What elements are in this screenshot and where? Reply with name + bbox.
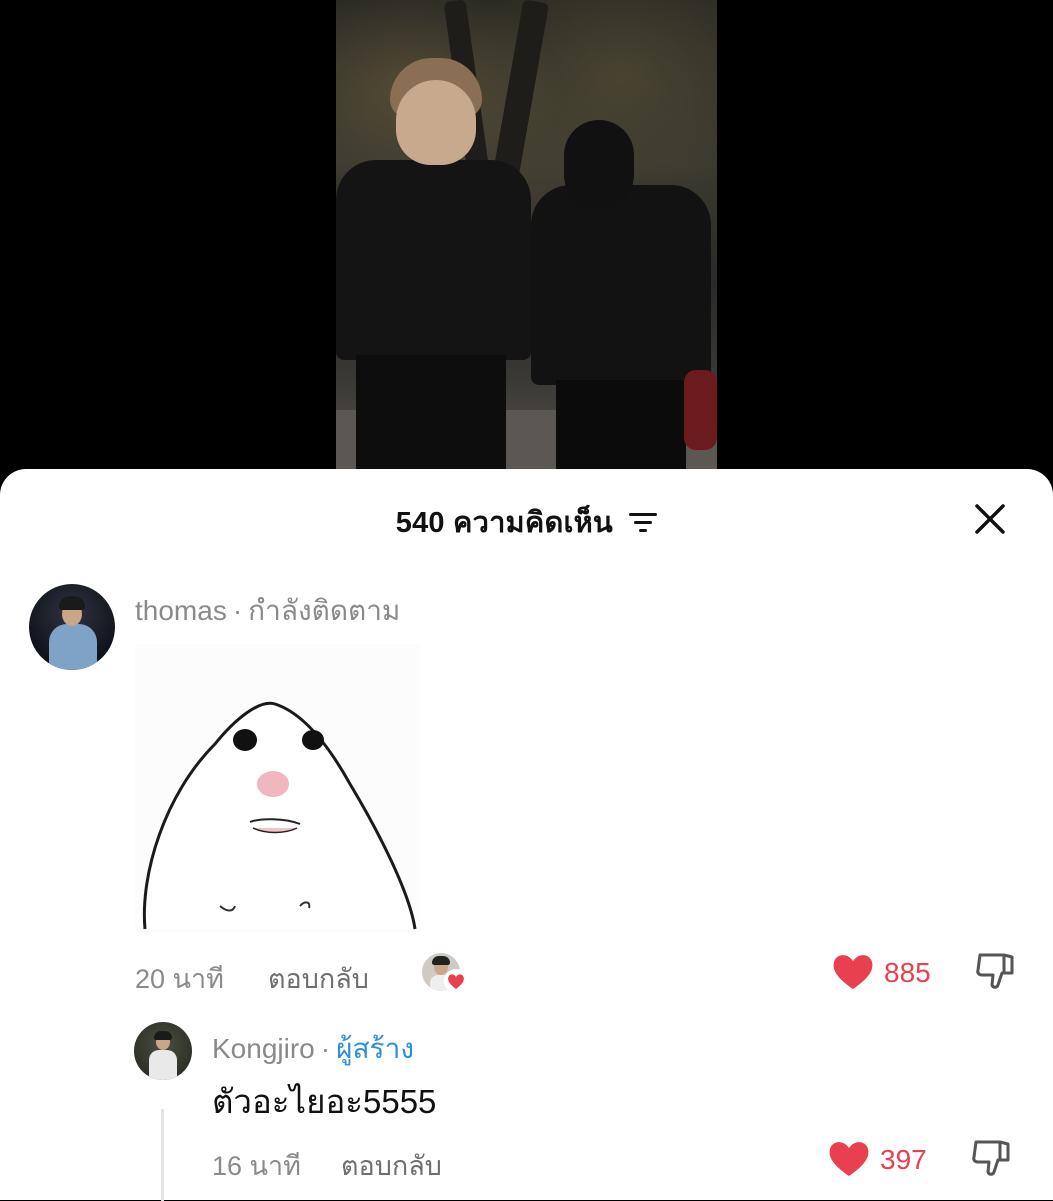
- dislike-thumb-icon[interactable]: [974, 951, 1018, 996]
- comment-username[interactable]: thomas: [135, 595, 227, 626]
- comments-count-label: 540 ความคิดเห็น: [395, 507, 613, 539]
- like-heart-icon[interactable]: [831, 951, 875, 996]
- reply-text: ตัวอะไยอะ5555: [212, 1083, 437, 1120]
- comments-count-title[interactable]: 540 ความคิดเห็น: [0, 499, 1053, 545]
- dislike-thumb-icon[interactable]: [970, 1138, 1014, 1183]
- close-icon[interactable]: [970, 499, 1010, 539]
- following-status: กำลังติดตาม: [248, 595, 401, 626]
- like-heart-icon[interactable]: [827, 1138, 871, 1183]
- creator-liked-heart-icon: [444, 969, 468, 993]
- like-count: 397: [880, 1144, 927, 1175]
- reply-time: 16 นาที: [212, 1151, 301, 1181]
- creator-badge: ผู้สร้าง: [336, 1033, 414, 1064]
- comments-header: 540 ความคิดเห็น: [0, 469, 1053, 565]
- separator-dot: ·: [232, 595, 243, 626]
- video-player[interactable]: [336, 0, 717, 470]
- reply-button[interactable]: ตอบกลับ: [268, 957, 369, 1000]
- separator-dot: ·: [320, 1033, 331, 1064]
- avatar-kongjiro[interactable]: [134, 1022, 192, 1080]
- thread-line: [161, 1109, 164, 1201]
- reply-button[interactable]: ตอบกลับ: [341, 1144, 442, 1187]
- reply-author-line: Kongjiro · ผู้สร้าง: [212, 1027, 414, 1071]
- comment-time: 20 นาที: [135, 964, 224, 994]
- filter-icon[interactable]: [629, 508, 658, 541]
- comment-author-line: thomas · กำลังติดตาม: [135, 589, 400, 633]
- video-red-bag: [684, 370, 717, 450]
- comment-sticker-image[interactable]: [135, 644, 420, 932]
- reply-username[interactable]: Kongjiro: [212, 1033, 315, 1064]
- like-count: 885: [884, 957, 931, 988]
- avatar-thomas[interactable]: [29, 584, 115, 670]
- comments-sheet: 540 ความคิดเห็น thomas · กำลังติดตาม 20 …: [0, 469, 1053, 1201]
